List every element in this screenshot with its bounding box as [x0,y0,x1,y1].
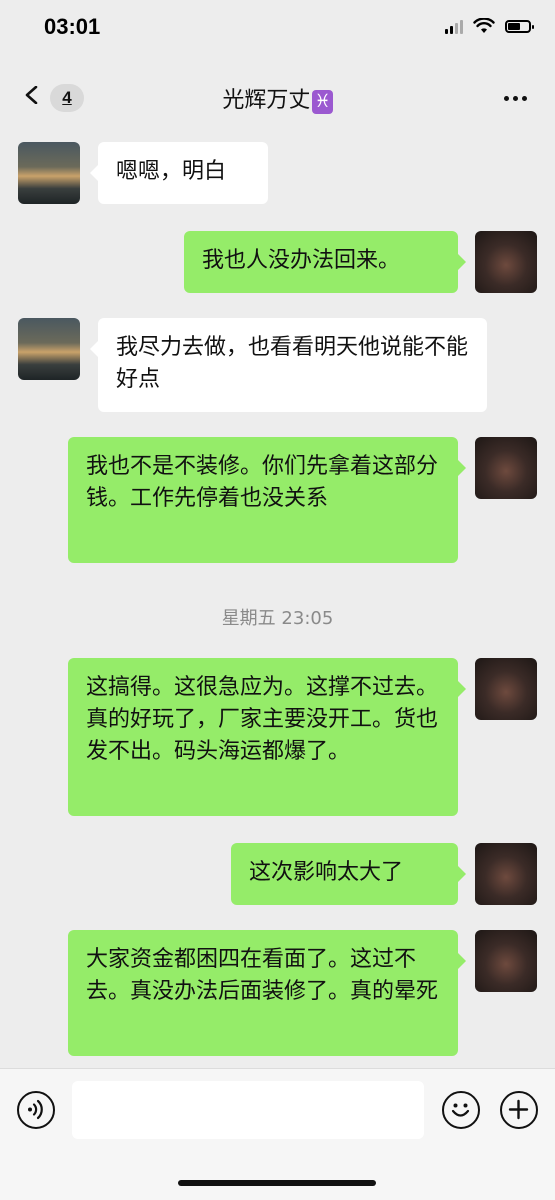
contact-avatar[interactable] [18,142,80,204]
message-bubble-sent[interactable]: 我也人没办法回来。 [184,231,458,293]
self-avatar[interactable] [475,930,537,992]
bubble-tail [458,866,466,882]
emoji-face [451,1103,470,1117]
message-bubble-sent[interactable]: 这次影响太大了 [231,843,458,905]
contact-avatar[interactable] [18,318,80,380]
chat-header: 4 光辉万丈 ♓ [0,60,555,132]
self-avatar[interactable] [475,437,537,499]
pisces-symbol: ♓ [312,90,333,114]
message-bubble-received[interactable]: 嗯嗯，明白 [98,142,268,204]
bubble-tail [458,460,466,476]
status-time: 03:01 [44,14,101,39]
message-input[interactable] [72,1081,424,1139]
self-avatar[interactable] [475,658,537,720]
emoji-icon[interactable] [442,1091,480,1129]
message-timestamp: 星期五 23:05 [221,608,334,629]
battery-icon [505,19,534,33]
self-avatar[interactable] [475,231,537,293]
home-indicator [178,1180,376,1186]
cellular-signal-icon [445,18,463,34]
bubble-tail [458,953,466,969]
battery-level [508,22,521,30]
more-dots-icon[interactable] [504,96,527,101]
status-icons [445,18,534,34]
voice-input-icon[interactable] [17,1091,55,1129]
message-bubble-received[interactable]: 我尽力去做，也看看明天他说能不能好点 [98,318,487,412]
wifi-icon [473,18,495,33]
bubble-tail [90,165,98,181]
message-bubble-sent[interactable]: 我也不是不装修。你们先拿着这部分钱。工作先停着也没关系 [68,437,458,563]
status-bar: 03:01 [0,0,555,60]
plus-icon[interactable] [500,1091,538,1129]
bubble-tail [458,254,466,270]
bubble-tail [90,341,98,357]
chat-title: 光辉万丈 ♓ [0,82,555,114]
input-bar [0,1068,555,1200]
bubble-tail [458,681,466,697]
plus-glyph [508,1099,529,1120]
voice-waves [28,1099,43,1120]
message-bubble-sent[interactable]: 大家资金都困四在看面了。这过不去。真没办法后面装修了。真的晕死 [68,930,458,1056]
chat-title-text: 光辉万丈 [222,88,311,113]
self-avatar[interactable] [475,843,537,905]
message-bubble-sent[interactable]: 这搞得。这很急应为。这撑不过去。真的好玩了，厂家主要没开工。货也发不出。码头海运… [68,658,458,816]
